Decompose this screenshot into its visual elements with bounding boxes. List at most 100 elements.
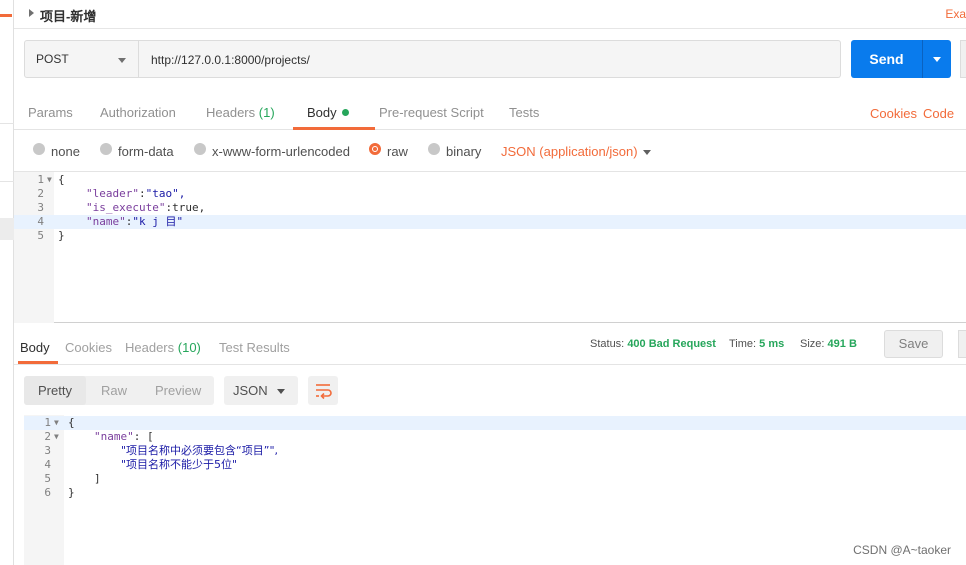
code-line-active: 4 "name":"k j 目" <box>14 215 966 229</box>
resp-tab-body[interactable]: Body <box>20 340 50 355</box>
radio-none[interactable] <box>33 143 45 155</box>
line-number: 3 <box>44 444 51 457</box>
code-line: 6 } <box>24 486 966 500</box>
request-name[interactable]: 项目-新增 <box>40 6 96 25</box>
code-line: 1 ▼ { <box>14 173 966 187</box>
tab-prerequest-script[interactable]: Pre-request Script <box>379 105 484 120</box>
tab-body-label: Body <box>307 105 337 120</box>
active-tab-indicator <box>0 14 12 17</box>
send-button[interactable]: Send <box>851 40 922 78</box>
fold-icon[interactable]: ▼ <box>47 173 52 187</box>
label-form-data[interactable]: form-data <box>118 144 174 159</box>
fold-icon[interactable]: ▼ <box>54 430 59 444</box>
code-text: } <box>58 229 65 242</box>
line-number: 1 <box>44 416 51 429</box>
code-line: 3 "项目名称中必须要包含“项目”", <box>24 444 966 458</box>
label-raw[interactable]: raw <box>387 144 408 159</box>
line-number: 2 <box>44 430 51 443</box>
code-line-active: 1 ▼ { <box>24 416 966 430</box>
format-select[interactable]: JSON <box>224 376 298 405</box>
chevron-down-icon <box>118 58 126 63</box>
expand-caret-icon[interactable] <box>29 9 34 17</box>
code-link[interactable]: Code <box>923 106 954 121</box>
view-pretty[interactable]: Pretty <box>24 376 86 405</box>
view-mode-segmented: Pretty Raw Preview <box>24 376 214 405</box>
line-number: 4 <box>44 458 51 471</box>
url-input[interactable]: http://127.0.0.1:8000/projects/ <box>139 40 841 78</box>
json-value: "项目名称中必须要包含“项目”", <box>121 444 279 457</box>
line-number: 3 <box>37 201 44 214</box>
divider <box>0 123 14 124</box>
tab-params[interactable]: Params <box>28 105 73 120</box>
size-value: 491 B <box>827 338 857 350</box>
tab-body[interactable]: Body <box>307 105 349 120</box>
size-label: Size: <box>800 338 825 350</box>
status-info: Status: 400 Bad Request <box>590 338 716 350</box>
label-binary[interactable]: binary <box>446 144 481 159</box>
json-key: "name" <box>86 215 126 228</box>
method-select[interactable]: POST <box>24 40 139 78</box>
code-text: { <box>68 416 75 429</box>
line-number: 1 <box>37 173 44 186</box>
active-tab-underline <box>18 361 58 364</box>
view-preview[interactable]: Preview <box>155 383 201 398</box>
divider <box>0 181 14 182</box>
active-tab-underline <box>293 127 375 130</box>
content-type-select[interactable]: JSON (application/json) <box>501 144 638 159</box>
save-button-edge[interactable] <box>960 40 966 78</box>
save-dropdown-edge[interactable] <box>958 330 966 358</box>
radio-binary[interactable] <box>428 143 440 155</box>
response-tabs: Body Cookies Headers (10) Test Results S… <box>14 324 966 365</box>
code-text: { <box>58 173 65 186</box>
wrap-icon <box>316 384 332 400</box>
view-raw[interactable]: Raw <box>101 383 127 398</box>
headers-count: (1) <box>258 105 275 120</box>
json-key: "name" <box>94 430 134 443</box>
code-line: 5 } <box>14 229 966 243</box>
radio-form-data[interactable] <box>100 143 112 155</box>
format-label: JSON <box>233 383 268 398</box>
json-value: "tao", <box>145 187 186 200</box>
radio-urlencoded[interactable] <box>194 143 206 155</box>
code-text: [ <box>147 430 154 443</box>
body-type-options: none form-data x-www-form-urlencoded raw… <box>14 131 966 171</box>
resp-tab-cookies[interactable]: Cookies <box>65 340 112 355</box>
time-info: Time: 5 ms <box>729 338 784 350</box>
save-response-button[interactable]: Save <box>884 330 943 358</box>
label-none[interactable]: none <box>51 144 80 159</box>
code-line: 2 "leader":"tao", <box>14 187 966 201</box>
resp-tab-headers[interactable]: Headers (10) <box>125 340 201 355</box>
watermark: CSDN @A~taoker <box>853 543 951 557</box>
radio-raw[interactable] <box>369 143 381 155</box>
tab-tests[interactable]: Tests <box>509 105 539 120</box>
send-options-button[interactable] <box>922 40 951 78</box>
response-body-viewer[interactable]: 1 ▼ { 2 ▼ "name": [ 3 "项目名称中必须要包含“项目”", … <box>24 415 966 565</box>
wrap-lines-button[interactable] <box>308 376 338 405</box>
code-text: } <box>68 486 75 499</box>
json-value: "k j 目" <box>132 215 184 228</box>
code-line: 3 "is_execute":true, <box>14 201 966 215</box>
resp-tab-headers-label: Headers <box>125 340 175 355</box>
selected-row[interactable] <box>0 218 14 240</box>
request-title-bar: 项目-新增 Exa <box>14 0 966 29</box>
chevron-down-icon[interactable] <box>643 150 651 155</box>
time-value: 5 ms <box>759 338 785 350</box>
examples-link[interactable]: Exa <box>945 7 966 21</box>
tab-headers[interactable]: Headers (1) <box>206 105 275 120</box>
cookies-link[interactable]: Cookies <box>870 106 917 121</box>
url-value: http://127.0.0.1:8000/projects/ <box>151 53 310 67</box>
sidebar-edge <box>0 0 14 565</box>
request-tabs: Params Authorization Headers (1) Body Pr… <box>14 92 966 130</box>
line-number: 4 <box>37 215 44 228</box>
code-line: 2 ▼ "name": [ <box>24 430 966 444</box>
method-label: POST <box>36 52 69 66</box>
fold-icon[interactable]: ▼ <box>54 416 59 430</box>
label-urlencoded[interactable]: x-www-form-urlencoded <box>212 144 350 159</box>
code-line: 4 "项目名称不能少于5位" <box>24 458 966 472</box>
chevron-down-icon <box>933 57 941 62</box>
resp-tab-test-results[interactable]: Test Results <box>219 340 290 355</box>
tab-authorization[interactable]: Authorization <box>100 105 176 120</box>
time-label: Time: <box>729 338 757 350</box>
status-label: Status: <box>590 338 625 350</box>
request-body-editor[interactable]: 1 ▼ { 2 "leader":"tao", 3 "is_execute":t… <box>14 171 966 323</box>
